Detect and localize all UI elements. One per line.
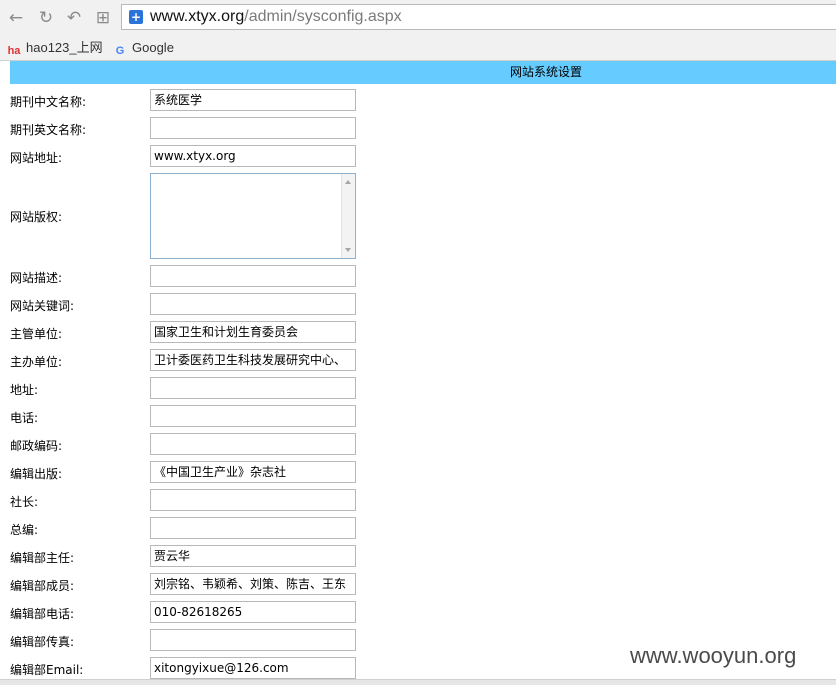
field-label: 网站关键词: bbox=[10, 299, 75, 313]
field-label: 编辑出版: bbox=[10, 467, 63, 481]
field-label: 总编: bbox=[10, 523, 39, 537]
sponsor-unit-input[interactable]: 卫计委医药卫生科技发展研究中心、 bbox=[150, 349, 356, 371]
field-label: 网站版权: bbox=[10, 210, 63, 224]
field-label: 编辑部成员: bbox=[10, 579, 75, 593]
field-label: 网站描述: bbox=[10, 271, 63, 285]
field-label: 电话: bbox=[10, 411, 39, 425]
field-label: 编辑部主任: bbox=[10, 551, 75, 565]
field-label: 编辑部电话: bbox=[10, 607, 75, 621]
copyright-textarea[interactable] bbox=[150, 173, 356, 259]
office-phone-input[interactable]: 010-82618265 bbox=[150, 601, 356, 623]
watermark: www.wooyun.org bbox=[630, 643, 797, 668]
sysconfig-form: 期刊中文名称: 系统医学 期刊英文名称: 网站地址: www.xtyx.org … bbox=[0, 0, 836, 685]
postcode-input[interactable] bbox=[150, 433, 356, 455]
field-label: 网站地址: bbox=[10, 151, 63, 165]
field-label: 社长: bbox=[10, 495, 39, 509]
supervising-unit-input[interactable]: 国家卫生和计划生育委员会 bbox=[150, 321, 356, 343]
field-label: 邮政编码: bbox=[10, 439, 63, 453]
field-label: 编辑部Email: bbox=[10, 663, 84, 677]
site-keywords-input[interactable] bbox=[150, 293, 356, 315]
phone-input[interactable] bbox=[150, 405, 356, 427]
field-label: 地址: bbox=[10, 383, 39, 397]
office-email-input[interactable]: xitongyixue@126.com bbox=[150, 657, 356, 679]
journal-cn-name-input[interactable]: 系统医学 bbox=[150, 89, 356, 111]
textarea-scrollbar[interactable] bbox=[341, 174, 355, 258]
field-label: 期刊中文名称: bbox=[10, 95, 87, 109]
address-input[interactable] bbox=[150, 377, 356, 399]
president-input[interactable] bbox=[150, 489, 356, 511]
site-description-input[interactable] bbox=[150, 265, 356, 287]
office-members-input[interactable]: 刘宗铭、韦颖希、刘策、陈吉、王东 bbox=[150, 573, 356, 595]
field-label: 期刊英文名称: bbox=[10, 123, 87, 137]
office-fax-input[interactable] bbox=[150, 629, 356, 651]
editor-in-chief-input[interactable] bbox=[150, 517, 356, 539]
office-director-input[interactable]: 贾云华 bbox=[150, 545, 356, 567]
field-label: 主办单位: bbox=[10, 355, 63, 369]
site-url-input[interactable]: www.xtyx.org bbox=[150, 145, 356, 167]
field-label: 编辑部传真: bbox=[10, 635, 75, 649]
scroll-up-icon[interactable] bbox=[345, 180, 351, 184]
journal-en-name-input[interactable] bbox=[150, 117, 356, 139]
publisher-input[interactable]: 《中国卫生产业》杂志社 bbox=[150, 461, 356, 483]
field-label: 主管单位: bbox=[10, 327, 63, 341]
scroll-down-icon[interactable] bbox=[345, 248, 351, 252]
bottom-scrollbar[interactable] bbox=[0, 679, 836, 685]
